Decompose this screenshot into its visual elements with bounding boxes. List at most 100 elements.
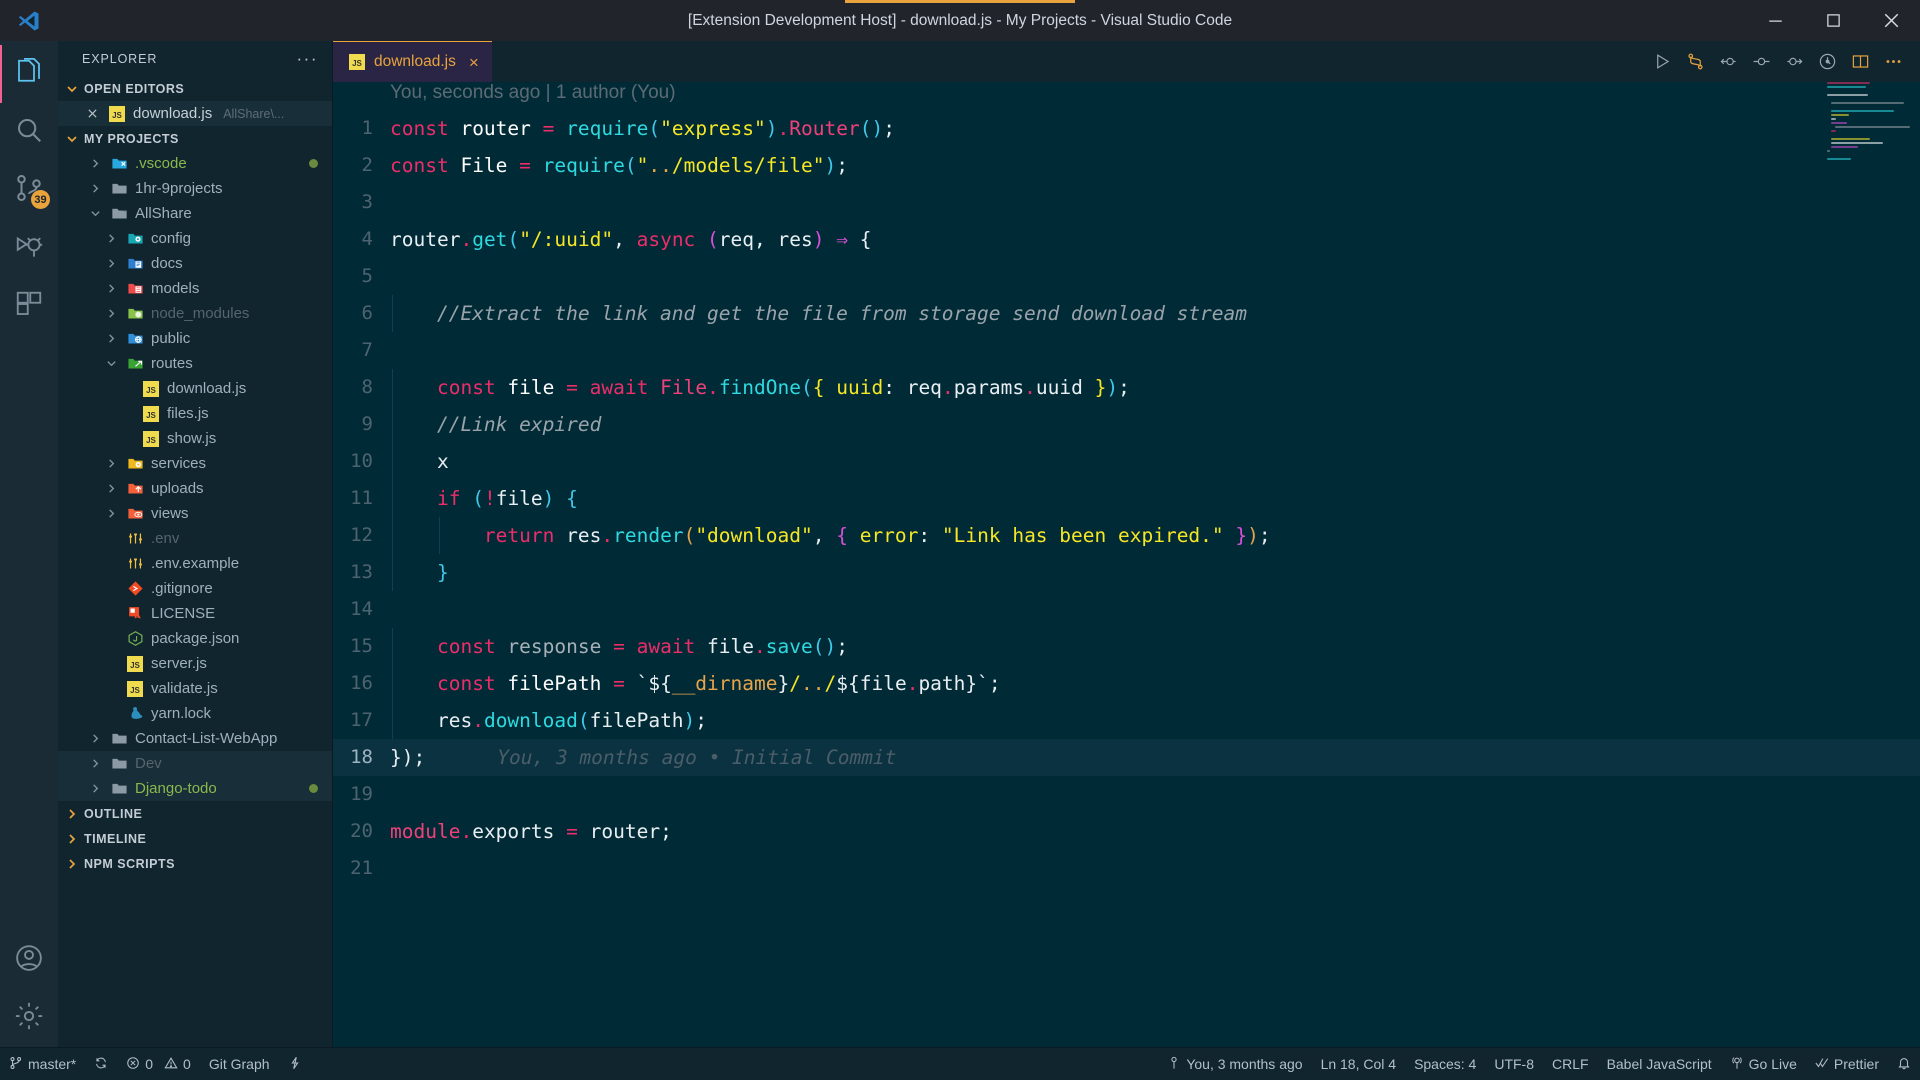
section-timeline[interactable]: TIMELINE: [58, 826, 332, 851]
code-line-21[interactable]: 21: [333, 850, 1920, 887]
activitybar-source-control[interactable]: 39: [0, 161, 58, 219]
code-line-8[interactable]: 8 const file = await File.findOne({ uuid…: [333, 369, 1920, 406]
status-indentation[interactable]: Spaces: 4: [1405, 1056, 1485, 1072]
tree-item-services[interactable]: services: [58, 451, 332, 476]
chevron-right-icon[interactable]: [88, 733, 103, 744]
code-lines[interactable]: 1const router = require("express").Route…: [333, 110, 1920, 1047]
code-line-15[interactable]: 15 const response = await file.save();: [333, 628, 1920, 665]
split-editor-button[interactable]: [1844, 41, 1877, 82]
chevron-right-icon[interactable]: [104, 308, 119, 319]
tree-item-views[interactable]: views: [58, 501, 332, 526]
code-line-7[interactable]: 7: [333, 332, 1920, 369]
chevron-right-icon[interactable]: [88, 183, 103, 194]
status-notifications[interactable]: [1888, 1056, 1920, 1073]
chevron-right-icon[interactable]: [88, 783, 103, 794]
status-language-mode[interactable]: Babel JavaScript: [1598, 1056, 1721, 1072]
code-line-13[interactable]: 13 }: [333, 554, 1920, 591]
tree-item-show-js[interactable]: JSshow.js: [58, 426, 332, 451]
chevron-down-icon[interactable]: [88, 208, 103, 219]
status-prettier[interactable]: Prettier: [1806, 1056, 1888, 1073]
code-line-2[interactable]: 2const File = require("../models/file");: [333, 147, 1920, 184]
chevron-right-icon[interactable]: [104, 333, 119, 344]
section-my-projects[interactable]: MY PROJECTS: [58, 126, 332, 151]
tree-item-allshare[interactable]: AllShare: [58, 201, 332, 226]
code-line-6[interactable]: 6 //Extract the link and get the file fr…: [333, 295, 1920, 332]
chevron-right-icon[interactable]: [104, 483, 119, 494]
tree-item-1hr-9projects[interactable]: 1hr-9projects: [58, 176, 332, 201]
minimize-button[interactable]: [1746, 0, 1804, 41]
tree-item-models[interactable]: models: [58, 276, 332, 301]
chevron-right-icon[interactable]: [104, 233, 119, 244]
status-git-graph[interactable]: Git Graph: [200, 1048, 279, 1080]
code-line-18[interactable]: 18});You, 3 months ago • Initial Commit: [333, 739, 1920, 776]
sidebar-more-actions-button[interactable]: ···: [297, 55, 318, 63]
tree-item-yarn-lock[interactable]: yarn.lock: [58, 701, 332, 726]
section-open-editors[interactable]: OPEN EDITORS: [58, 76, 332, 101]
tree-item-docs[interactable]: docs: [58, 251, 332, 276]
chevron-right-icon[interactable]: [88, 758, 103, 769]
status-cursor-position[interactable]: Ln 18, Col 4: [1312, 1056, 1406, 1072]
code-line-3[interactable]: 3: [333, 184, 1920, 221]
tree-item--env[interactable]: .env: [58, 526, 332, 551]
tree-item-server-js[interactable]: JSserver.js: [58, 651, 332, 676]
toggle-blame-button[interactable]: [1811, 41, 1844, 82]
chevron-right-icon[interactable]: [104, 508, 119, 519]
code-line-17[interactable]: 17 res.download(filePath);: [333, 702, 1920, 739]
chevron-right-icon[interactable]: [104, 458, 119, 469]
code-line-9[interactable]: 9 //Link expired: [333, 406, 1920, 443]
code-line-4[interactable]: 4router.get("/:uuid", async (req, res) ⇒…: [333, 221, 1920, 258]
section-outline[interactable]: OUTLINE: [58, 801, 332, 826]
open-editor-item[interactable]: JS download.js AllShare\...: [58, 101, 332, 126]
tree-item-download-js[interactable]: JSdownload.js: [58, 376, 332, 401]
code-editor[interactable]: You, seconds ago | 1 author (You) 1const…: [333, 82, 1920, 1047]
status-sync[interactable]: [85, 1048, 117, 1080]
tab-close-icon[interactable]: ×: [469, 54, 479, 71]
section-npm-scripts[interactable]: NPM SCRIPTS: [58, 851, 332, 876]
chevron-down-icon[interactable]: [104, 358, 119, 369]
close-icon[interactable]: [84, 108, 101, 119]
tree-item--env-example[interactable]: .env.example: [58, 551, 332, 576]
activitybar-search[interactable]: [0, 103, 58, 161]
status-branch[interactable]: master*: [0, 1048, 85, 1080]
activitybar-accounts[interactable]: [0, 931, 58, 989]
run-code-button[interactable]: [1646, 41, 1679, 82]
code-line-16[interactable]: 16 const filePath = `${__dirname}/../${f…: [333, 665, 1920, 702]
more-actions-button[interactable]: [1877, 41, 1910, 82]
tree-item--gitignore[interactable]: .gitignore: [58, 576, 332, 601]
tree-item-license[interactable]: LICENSE: [58, 601, 332, 626]
chevron-right-icon[interactable]: [104, 258, 119, 269]
tree-item-node-modules[interactable]: node_modules: [58, 301, 332, 326]
status-eol[interactable]: CRLF: [1543, 1056, 1598, 1072]
tree-item-django-todo[interactable]: Django-todo: [58, 776, 332, 801]
maximize-button[interactable]: [1804, 0, 1862, 41]
tree-item-contact-list-webapp[interactable]: Contact-List-WebApp: [58, 726, 332, 751]
chevron-right-icon[interactable]: [88, 158, 103, 169]
code-line-11[interactable]: 11 if (!file) {: [333, 480, 1920, 517]
tree-item-validate-js[interactable]: JSvalidate.js: [58, 676, 332, 701]
code-line-20[interactable]: 20module.exports = router;: [333, 813, 1920, 850]
tree-item-public[interactable]: public: [58, 326, 332, 351]
chevron-right-icon[interactable]: [104, 283, 119, 294]
tree-item--vscode[interactable]: .vscode: [58, 151, 332, 176]
close-button[interactable]: [1862, 0, 1920, 41]
activitybar-extensions[interactable]: [0, 277, 58, 335]
code-line-14[interactable]: 14: [333, 591, 1920, 628]
status-lightning[interactable]: [279, 1048, 311, 1080]
blame-next-button[interactable]: [1778, 41, 1811, 82]
status-encoding[interactable]: UTF-8: [1485, 1056, 1543, 1072]
blame-previous-button[interactable]: [1712, 41, 1745, 82]
status-go-live[interactable]: Go Live: [1721, 1056, 1806, 1073]
tree-item-files-js[interactable]: JSfiles.js: [58, 401, 332, 426]
tree-item-dev[interactable]: Dev: [58, 751, 332, 776]
tree-item-routes[interactable]: routes: [58, 351, 332, 376]
code-line-1[interactable]: 1const router = require("express").Route…: [333, 110, 1920, 147]
blame-commit-button[interactable]: [1745, 41, 1778, 82]
code-line-5[interactable]: 5: [333, 258, 1920, 295]
tree-item-uploads[interactable]: uploads: [58, 476, 332, 501]
activitybar-settings[interactable]: [0, 989, 58, 1047]
status-problems[interactable]: 0 0: [117, 1048, 200, 1080]
tree-item-config[interactable]: config: [58, 226, 332, 251]
tab-download-js[interactable]: JS download.js ×: [333, 41, 492, 82]
tree-item-package-json[interactable]: package.json: [58, 626, 332, 651]
code-line-19[interactable]: 19: [333, 776, 1920, 813]
